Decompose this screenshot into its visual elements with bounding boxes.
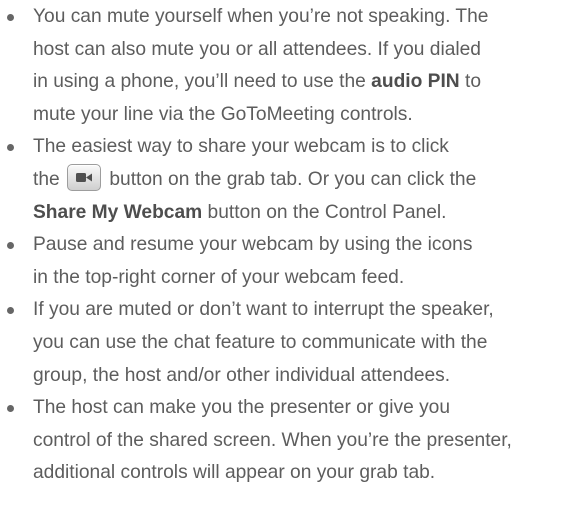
text-line: you can use the chat feature to communic… — [33, 331, 488, 353]
text-segment: button on the Control Panel. — [202, 201, 447, 223]
document: You can mute yourself when you’re not sp… — [0, 0, 585, 516]
bullet-dot — [7, 144, 14, 152]
text-line: The easiest way to share your webcam is … — [33, 136, 449, 158]
audio-pin-term: audio PIN — [371, 71, 460, 93]
text-line: the button on the grab tab. Or you can c… — [33, 164, 585, 197]
text-segment: button on the grab tab. Or you can click… — [104, 168, 477, 190]
text-line: control of the shared screen. When you’r… — [33, 429, 512, 451]
text-line: You can mute yourself when you’re not sp… — [33, 6, 489, 27]
bullet-item-pause-resume: Pause and resume your webcam by using th… — [0, 229, 585, 294]
text-line: group, the host and/or other individual … — [33, 364, 451, 386]
text-line: in using a phone, you’ll need to use the… — [33, 66, 585, 99]
text-segment: to — [459, 71, 481, 93]
bullet-dot — [7, 307, 14, 315]
bullet-dot — [7, 242, 14, 250]
bullet-item-presenter: The host can make you the presenter or g… — [0, 392, 585, 490]
text-line: The host can make you the presenter or g… — [33, 397, 451, 419]
bullet-list: You can mute yourself when you’re not sp… — [0, 1, 585, 490]
share-my-webcam-term: Share My Webcam — [33, 201, 203, 223]
text-line: If you are muted or don’t want to interr… — [33, 299, 494, 321]
bullet-dot — [7, 14, 14, 21]
text-segment: in using a phone, you’ll need to use the — [33, 71, 372, 93]
bullet-item-chat: If you are muted or don’t want to interr… — [0, 294, 585, 392]
bullet-item-webcam: The easiest way to share your webcam is … — [0, 131, 585, 229]
text-line: mute your line via the GoToMeeting contr… — [33, 103, 413, 125]
text-line: in the top-right corner of your webcam f… — [33, 266, 405, 288]
text-line: Share My Webcam button on the Control Pa… — [33, 197, 585, 230]
webcam-icon — [67, 164, 102, 192]
text-segment: the — [33, 168, 66, 190]
text-line: Pause and resume your webcam by using th… — [33, 234, 473, 256]
text-line: host can also mute you or all attendees.… — [33, 38, 481, 60]
text-line: additional controls will appear on your … — [33, 462, 436, 484]
bullet-dot — [7, 405, 14, 413]
bullet-item-mute: You can mute yourself when you’re not sp… — [0, 1, 585, 131]
